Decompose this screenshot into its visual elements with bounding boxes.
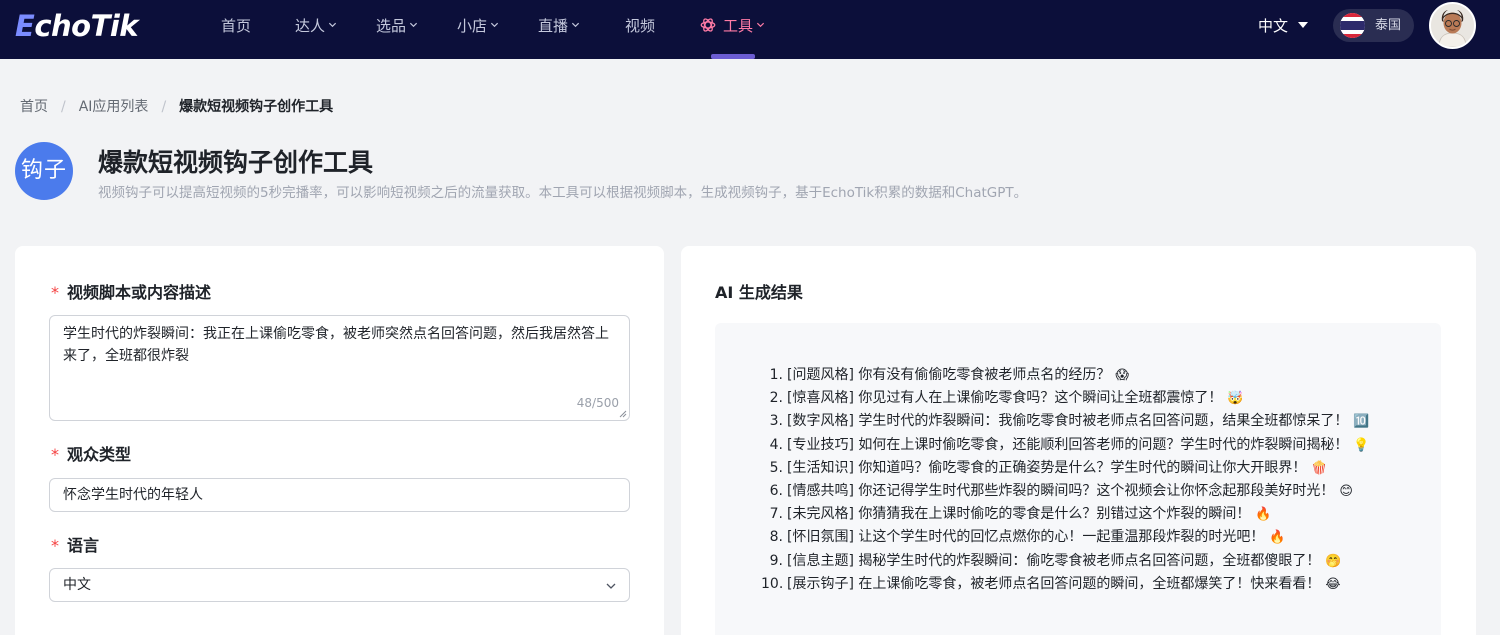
breadcrumb-ai-apps[interactable]: AI应用列表: [79, 99, 149, 115]
emoji-icon: 😊: [1339, 484, 1353, 500]
resize-handle-icon[interactable]: [619, 410, 627, 418]
emoji-icon: 😂: [1325, 576, 1341, 592]
user-avatar[interactable]: [1429, 2, 1476, 49]
chevron-down-icon: [490, 22, 499, 28]
emoji-icon: 💡: [1353, 437, 1370, 453]
result-item: 6. [情感共鸣] 你还记得学生时代那些炸裂的瞬间吗？这个视频会让你怀念起那段美好…: [761, 480, 1370, 503]
nav-item-live[interactable]: 直播: [538, 0, 580, 59]
emoji-icon: 🔟: [1353, 414, 1370, 430]
result-item: 4. [专业技巧] 如何在上课时偷吃零食，还能顺利回答老师的问题？学生时代的炸裂瞬…: [761, 434, 1370, 457]
audience-field-label: * 观众类型: [51, 445, 132, 464]
result-item: 2. [惊喜风格] 你见过有人在上课偷吃零食吗？这个瞬间让全班都震惊了！ 🤯: [761, 387, 1370, 410]
page-title: 爆款短视频钩子创作工具: [98, 148, 374, 177]
avatar-icon: [1431, 4, 1474, 47]
result-item: 8. [怀旧氛围] 让这个学生时代的回忆点燃你的心！一起重温那段炸裂的时光吧！ 🔥: [761, 526, 1370, 549]
language-selector[interactable]: 中文: [1258, 0, 1309, 52]
emoji-icon: 🤭: [1325, 553, 1342, 569]
language-select[interactable]: 中文: [49, 568, 630, 602]
caret-down-icon: [1298, 21, 1309, 28]
ai-result-box: 1. [问题风格] 你有没有偷偷吃零食被老师点名的经历？ 😱 2. [惊喜风格] 你见过…: [715, 323, 1441, 635]
chevron-down-icon: [409, 22, 418, 28]
breadcrumb-current: 爆款短视频钩子创作工具: [179, 99, 334, 115]
chevron-down-icon: [328, 22, 337, 28]
nav-item-products[interactable]: 选品: [376, 0, 418, 59]
top-navbar: EchoTik 首页 达人 选品 小店 直播 视频 工具 中文 泰国: [0, 0, 1500, 59]
emoji-icon: 😱: [1115, 368, 1129, 383]
nav-item-tools[interactable]: 工具: [699, 0, 765, 59]
breadcrumb: 首页 / AI应用列表 / 爆款短视频钩子创作工具: [20, 99, 334, 115]
emoji-icon: 🍿: [1311, 460, 1328, 476]
tool-badge: 钩子: [15, 142, 73, 200]
page-description: 视频钩子可以提高短视频的5秒完播率，可以影响短视频之后的流量获取。本工具可以根据…: [98, 185, 1028, 201]
echotik-logo[interactable]: EchoTik: [15, 8, 139, 44]
result-item: 10. [展示钩子] 在上课偷吃零食，被老师点名回答问题的瞬间，全班都爆笑了！快来…: [761, 573, 1370, 596]
nav-item-home[interactable]: 首页: [221, 0, 251, 59]
nav-item-shops[interactable]: 小店: [457, 0, 499, 59]
openai-icon: [700, 17, 716, 32]
char-counter: 48/500: [576, 396, 619, 410]
emoji-icon: 🔥: [1269, 530, 1286, 546]
result-list: 1. [问题风格] 你有没有偷偷吃零食被老师点名的经历？ 😱 2. [惊喜风格] 你见过…: [761, 364, 1370, 596]
result-item: 7. [未完风格] 你猜猜我在上课时偷吃的零食是什么？别错过这个炸裂的瞬间！ 🔥: [761, 503, 1370, 526]
script-field-label: * 视频脚本或内容描述: [51, 283, 212, 302]
ai-result-card: AI 生成结果 1. [问题风格] 你有没有偷偷吃零食被老师点名的经历？ 😱 2. [惊…: [681, 246, 1476, 635]
chevron-down-icon: [571, 22, 580, 28]
script-textarea[interactable]: 学生时代的炸裂瞬间：我正在上课偷吃零食，被老师突然点名回答问题，然后我居然答上来…: [49, 315, 630, 421]
chevron-down-icon: [756, 22, 765, 28]
result-item: 3. [数字风格] 学生时代的炸裂瞬间：我偷吃零食时被老师点名回答问题，结果全班都…: [761, 410, 1370, 433]
region-label: 泰国: [1375, 18, 1402, 33]
result-item: 1. [问题风格] 你有没有偷偷吃零食被老师点名的经历？ 😱: [761, 364, 1370, 387]
audience-input[interactable]: 怀念学生时代的年轻人: [49, 478, 630, 512]
breadcrumb-home[interactable]: 首页: [20, 99, 48, 115]
nav-item-influencers[interactable]: 达人: [295, 0, 337, 59]
result-item: 5. [生活知识] 你知道吗？偷吃零食的正确姿势是什么？学生时代的瞬间让你大开眼界…: [761, 457, 1370, 480]
language-field-label: * 语言: [51, 536, 100, 555]
chevron-down-icon: [606, 583, 616, 589]
emoji-icon: 🔥: [1255, 507, 1272, 523]
region-selector[interactable]: 泰国: [1333, 9, 1414, 42]
ai-result-title: AI 生成结果: [715, 283, 803, 302]
thailand-flag-icon: [1340, 13, 1365, 38]
active-tab-indicator: [711, 54, 755, 59]
emoji-icon: 🤯: [1227, 391, 1244, 407]
input-form-card: * 视频脚本或内容描述 学生时代的炸裂瞬间：我正在上课偷吃零食，被老师突然点名回答…: [15, 246, 664, 635]
result-item: 9. [信息主题] 揭秘学生时代的炸裂瞬间：偷吃零食被老师点名回答问题，全班都傻眼…: [761, 550, 1370, 573]
nav-item-videos[interactable]: 视频: [625, 0, 655, 59]
